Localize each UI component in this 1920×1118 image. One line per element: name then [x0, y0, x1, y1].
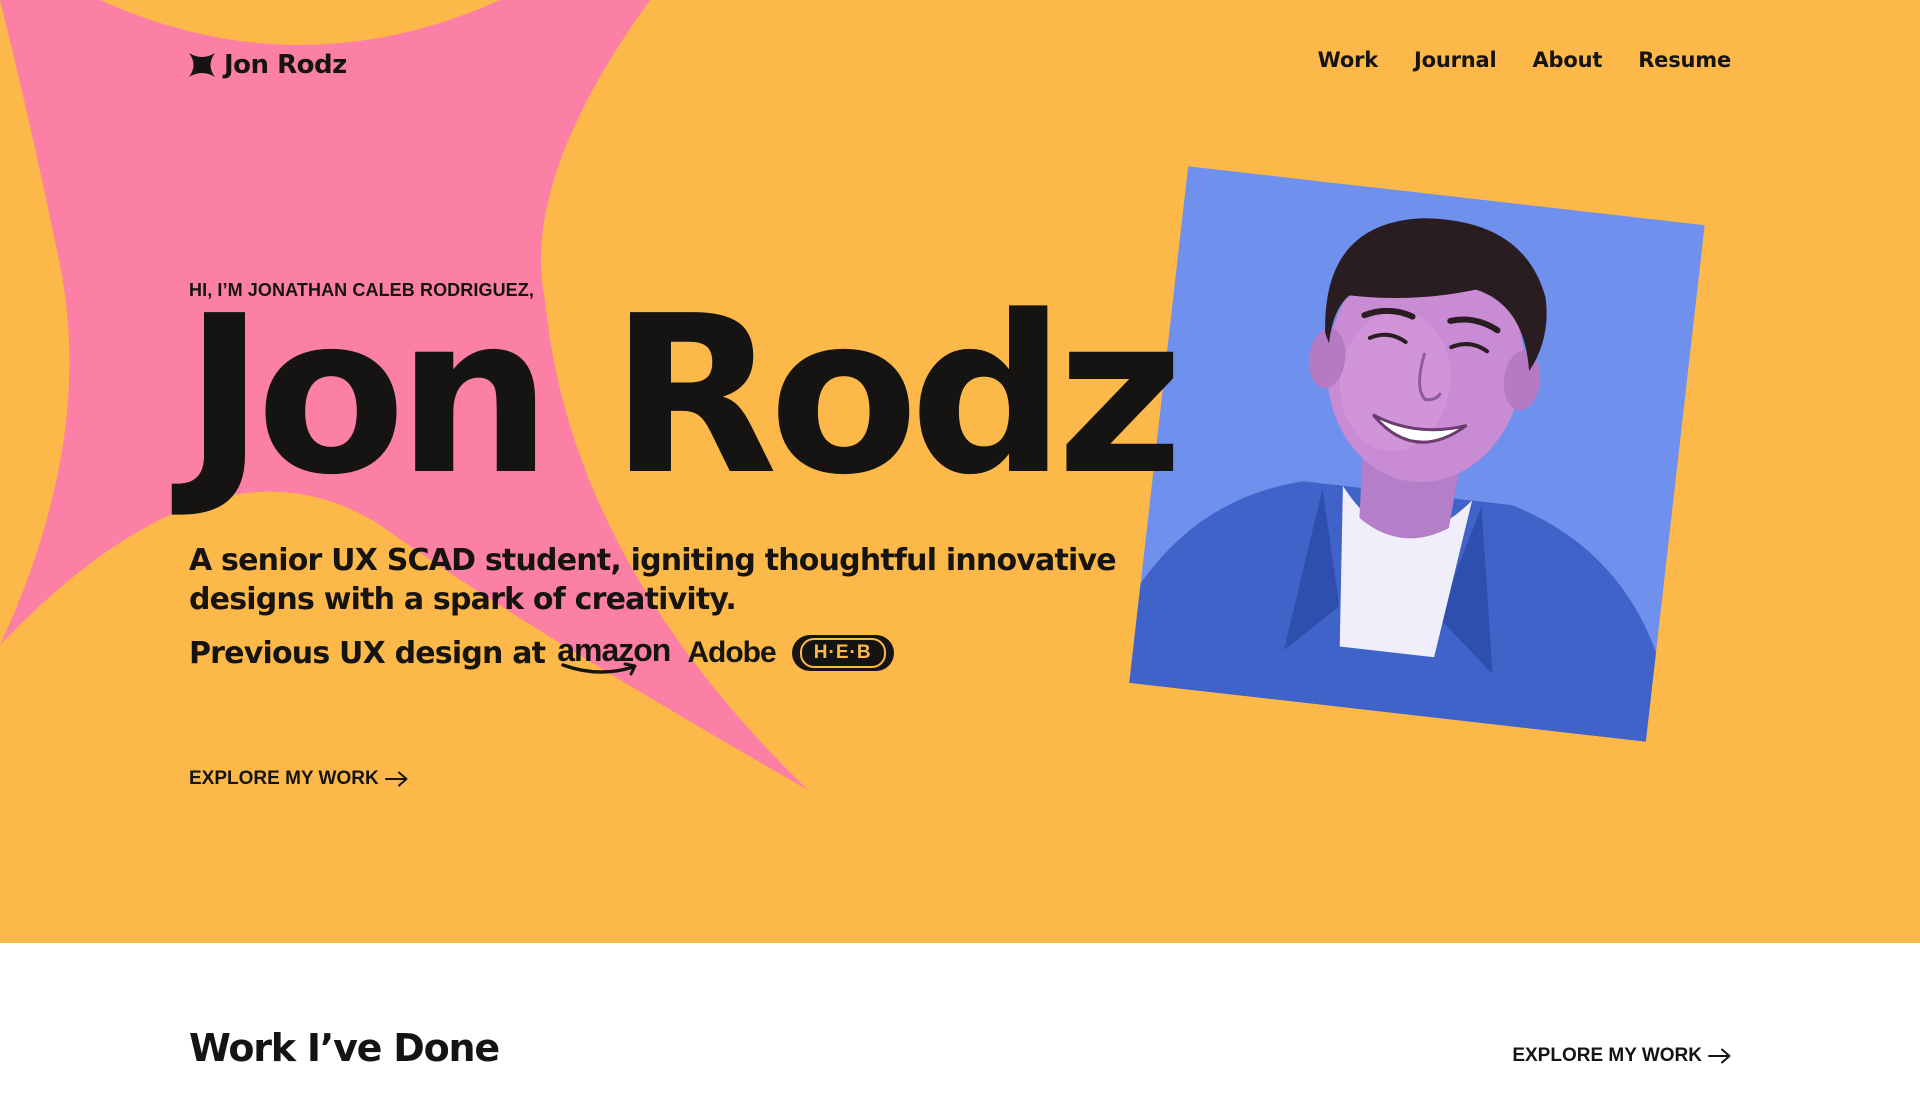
work-section-heading: Work I’ve Done — [189, 1026, 500, 1070]
nav-link-journal[interactable]: Journal — [1414, 48, 1497, 72]
portrait-illustration — [1129, 166, 1705, 742]
heb-wordmark: H·E·B — [799, 638, 886, 668]
hero-explore-work-link[interactable]: EXPLORE MY WORK — [189, 768, 409, 790]
adobe-wordmark: Adobe — [687, 636, 776, 669]
arrow-right-icon — [384, 771, 408, 787]
portrait-photo — [1129, 166, 1705, 742]
nav-link-work[interactable]: Work — [1318, 48, 1379, 72]
nav-link-about[interactable]: About — [1533, 48, 1603, 72]
heb-logo: H·E·B — [791, 635, 894, 671]
amazon-logo: amazon — [557, 630, 671, 676]
hero-section: Jon Rodz Work Journal About Resume HI, I… — [0, 0, 1920, 943]
work-explore-label: EXPLORE MY WORK — [1512, 1045, 1702, 1066]
hero-explore-work-label: EXPLORE MY WORK — [189, 768, 379, 789]
arrow-right-icon — [1708, 1048, 1731, 1064]
four-point-star-icon — [189, 53, 215, 77]
previous-employers-label: Previous UX design at — [189, 635, 546, 671]
hero-tagline: A senior UX SCAD student, igniting thoug… — [189, 543, 1117, 617]
brand-name: Jon Rodz — [224, 50, 347, 80]
hero-title: Jon Rodz — [184, 270, 1184, 523]
nav-link-resume[interactable]: Resume — [1638, 48, 1731, 72]
previous-employers: Previous UX design at amazon Adobe H·E·B — [189, 630, 894, 676]
main-nav: Work Journal About Resume — [1318, 48, 1732, 72]
adobe-logo: Adobe — [687, 636, 776, 670]
work-explore-link[interactable]: EXPLORE MY WORK — [1512, 1045, 1732, 1067]
brand-logo-link[interactable]: Jon Rodz — [188, 50, 347, 80]
amazon-smile-icon — [561, 662, 637, 676]
